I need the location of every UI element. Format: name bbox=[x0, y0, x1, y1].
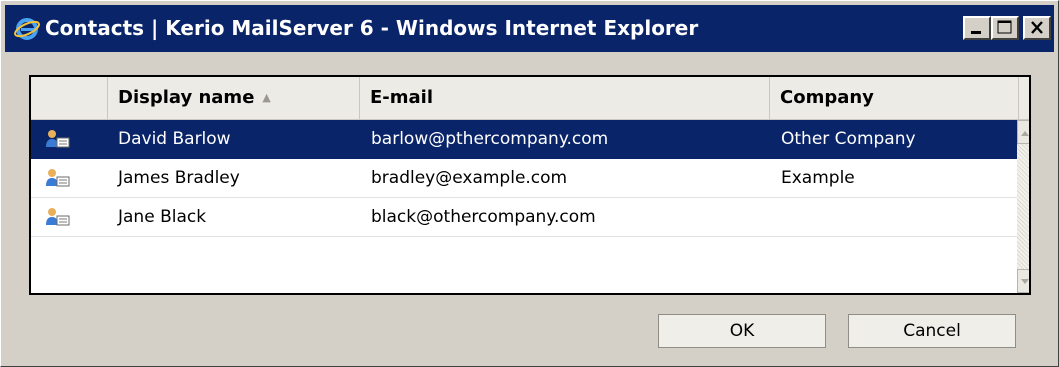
contacts-grid: Display name ▲ E-mail Company David Barlo… bbox=[29, 75, 1031, 295]
contact-card-icon bbox=[46, 130, 70, 148]
scroll-up-arrow-icon bbox=[1021, 131, 1029, 136]
contact-email: barlow@pthercompany.com bbox=[371, 129, 609, 149]
column-header-label: Company bbox=[780, 87, 874, 108]
contact-card-icon bbox=[46, 208, 70, 226]
minimize-button[interactable] bbox=[963, 16, 991, 40]
scroll-up-button[interactable] bbox=[1017, 120, 1029, 144]
column-header-label: E-mail bbox=[370, 87, 434, 108]
column-header-label: Display name bbox=[118, 87, 255, 108]
cancel-button[interactable]: Cancel bbox=[848, 314, 1016, 348]
table-row[interactable]: Jane Black black@othercompany.com bbox=[31, 198, 1019, 237]
icon-column-header bbox=[31, 77, 108, 119]
minimize-icon bbox=[971, 31, 981, 34]
close-icon bbox=[1031, 21, 1043, 34]
scroll-down-button[interactable] bbox=[1017, 269, 1029, 293]
contact-company: Other Company bbox=[781, 129, 916, 149]
sort-ascending-icon: ▲ bbox=[262, 91, 271, 104]
internet-explorer-icon bbox=[14, 18, 40, 40]
contact-name: David Barlow bbox=[118, 129, 231, 149]
column-header-display-name[interactable]: Display name ▲ bbox=[108, 77, 360, 119]
contact-name: James Bradley bbox=[118, 168, 240, 188]
contact-email: black@othercompany.com bbox=[371, 207, 596, 227]
table-row[interactable]: James Bradley bradley@example.com Exampl… bbox=[31, 159, 1019, 198]
maximize-icon bbox=[997, 20, 1012, 34]
ok-button[interactable]: OK bbox=[658, 314, 826, 348]
window-title: Contacts | Kerio MailServer 6 - Windows … bbox=[45, 16, 699, 40]
maximize-button[interactable] bbox=[991, 16, 1019, 40]
column-header-company[interactable]: Company bbox=[770, 77, 1019, 119]
grid-header: Display name ▲ E-mail Company bbox=[31, 77, 1029, 120]
contacts-dialog-window: Contacts | Kerio MailServer 6 - Windows … bbox=[0, 0, 1059, 367]
contact-name: Jane Black bbox=[118, 207, 207, 227]
title-bar[interactable]: Contacts | Kerio MailServer 6 - Windows … bbox=[5, 5, 1054, 52]
scroll-down-arrow-icon bbox=[1021, 279, 1029, 284]
contact-email: bradley@example.com bbox=[371, 168, 568, 188]
table-row[interactable]: David Barlow barlow@pthercompany.com Oth… bbox=[31, 120, 1019, 159]
close-button[interactable] bbox=[1023, 16, 1051, 40]
column-header-email[interactable]: E-mail bbox=[360, 77, 770, 119]
vertical-scrollbar[interactable] bbox=[1017, 120, 1029, 293]
contact-company: Example bbox=[781, 168, 855, 188]
contact-card-icon bbox=[46, 169, 70, 187]
